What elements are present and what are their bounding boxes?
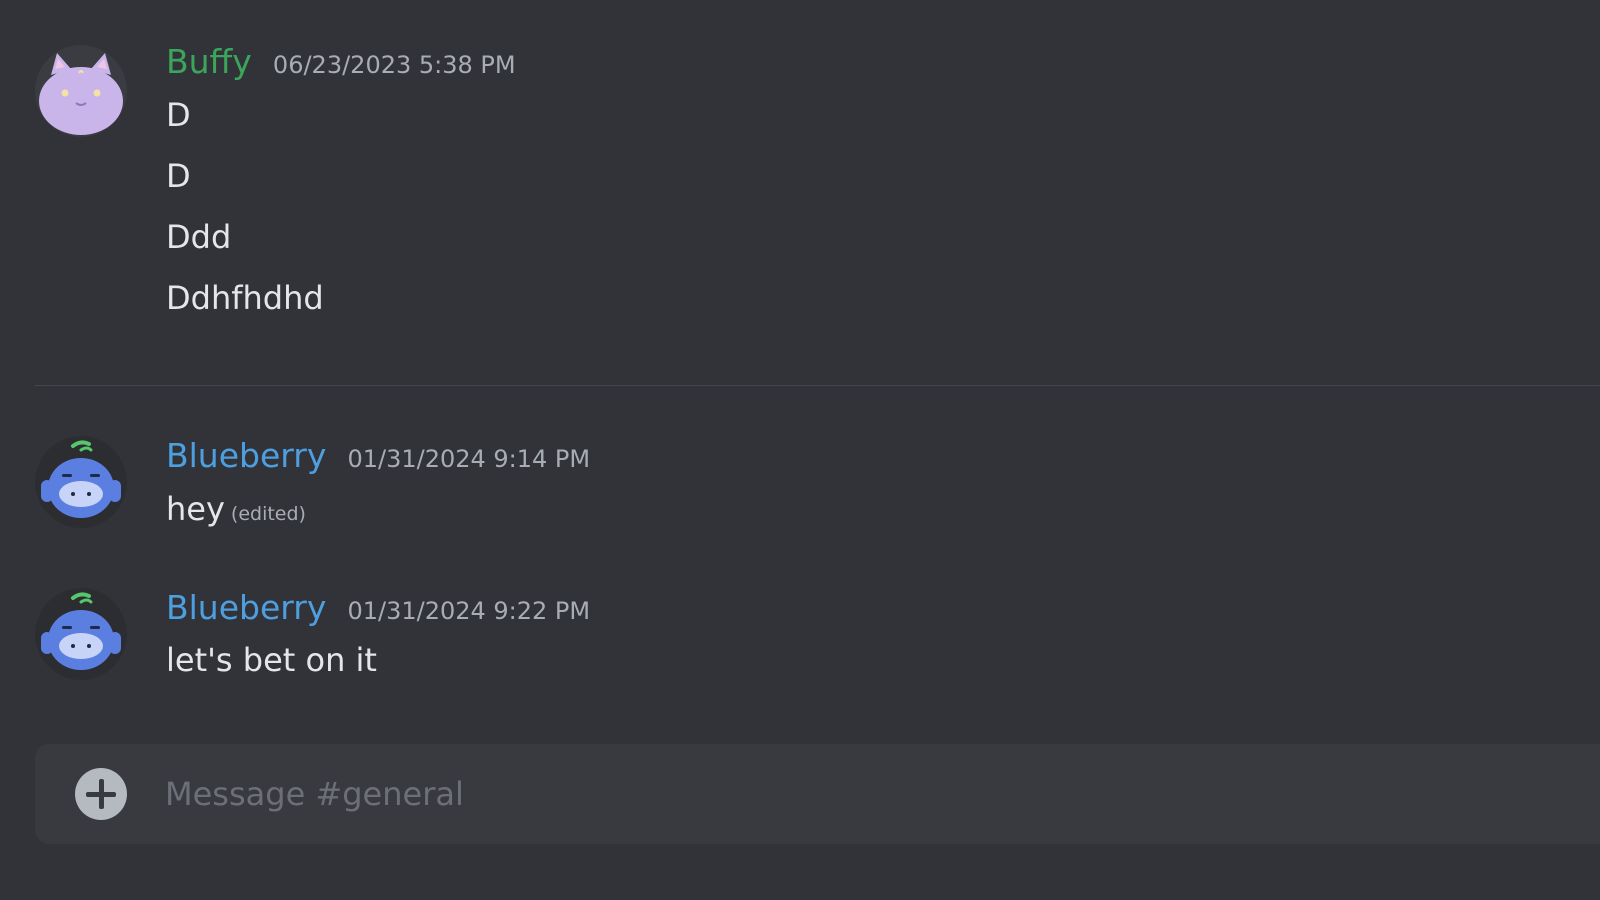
message-line: Ddd xyxy=(166,218,232,256)
chat-area: Buffy 06/23/2023 5:38 PM D D Ddd Ddhfhdh… xyxy=(0,0,1600,900)
message-line: D xyxy=(166,157,191,195)
username-blueberry[interactable]: Blueberry xyxy=(166,588,326,627)
username-buffy[interactable]: Buffy xyxy=(166,42,252,81)
edited-label: (edited) xyxy=(230,503,306,525)
message-line: Ddhfhdhd xyxy=(166,279,324,317)
plus-circle-icon[interactable] xyxy=(75,768,127,820)
timestamp[interactable]: 01/31/2024 9:14 PM xyxy=(347,445,590,473)
username-blueberry[interactable]: Blueberry xyxy=(166,436,326,475)
timestamp[interactable]: 06/23/2023 5:38 PM xyxy=(273,51,516,79)
message-text: hey xyxy=(166,490,225,528)
message-header: Buffy 06/23/2023 5:38 PM xyxy=(166,42,516,81)
message-composer xyxy=(35,744,1600,844)
message-input[interactable] xyxy=(165,770,1565,818)
purple-cat-avatar-icon[interactable] xyxy=(35,45,127,137)
blue-discord-robot-avatar-icon[interactable] xyxy=(35,436,127,528)
blue-discord-robot-avatar-icon[interactable] xyxy=(35,588,127,680)
message-header: Blueberry 01/31/2024 9:14 PM xyxy=(166,436,590,475)
message-line: D xyxy=(166,96,191,134)
timestamp[interactable]: 01/31/2024 9:22 PM xyxy=(347,597,590,625)
message-line: hey (edited) xyxy=(166,490,306,528)
message-line: let's bet on it xyxy=(166,641,377,679)
date-divider xyxy=(35,385,1600,386)
message-header: Blueberry 01/31/2024 9:22 PM xyxy=(166,588,590,627)
